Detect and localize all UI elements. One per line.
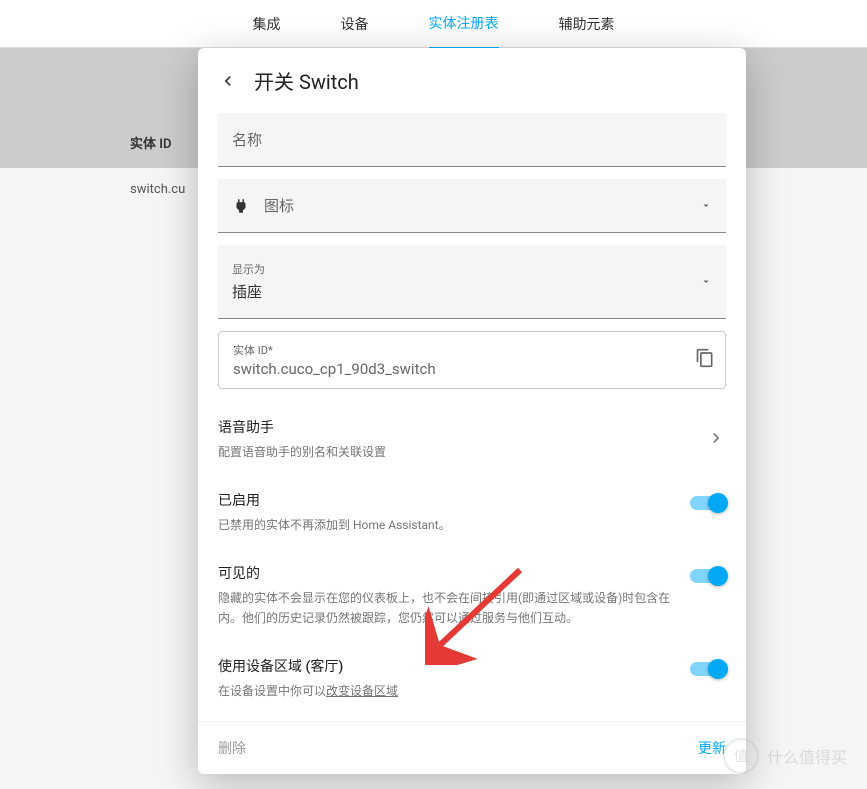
plug-icon	[232, 197, 250, 215]
delete-button[interactable]: 删除	[218, 738, 246, 758]
tab-helpers[interactable]: 辅助元素	[559, 0, 615, 48]
modal-footer: 删除 更新	[198, 721, 746, 774]
icon-label: 图标	[264, 195, 294, 216]
watermark-badge: 值	[723, 738, 759, 774]
tab-devices[interactable]: 设备	[341, 0, 369, 48]
icon-field[interactable]: 图标	[218, 179, 726, 233]
entity-id-label: 实体 ID*	[233, 342, 711, 358]
watermark: 值 什么值得买	[723, 738, 847, 774]
area-desc: 在设备设置中你可以改变设备区域	[218, 682, 676, 701]
area-desc-prefix: 在设备设置中你可以	[218, 684, 326, 698]
copy-icon[interactable]	[695, 348, 715, 372]
voice-desc: 配置语音助手的别名和关联设置	[218, 443, 726, 462]
display-as-label: 显示为	[232, 261, 712, 277]
update-button[interactable]: 更新	[698, 738, 726, 758]
area-title: 使用设备区域 (客厅)	[218, 656, 676, 676]
visible-title: 可见的	[218, 563, 676, 583]
tab-entity-registry[interactable]: 实体注册表	[429, 0, 499, 49]
visible-desc: 隐藏的实体不会显示在您的仪表板上，也不会在间接引用(即通过区域或设备)时包含在内…	[218, 589, 676, 627]
entity-id-field[interactable]: 实体 ID* switch.cuco_cp1_90d3_switch	[218, 331, 726, 389]
enabled-desc: 已禁用的实体不再添加到 Home Assistant。	[218, 516, 676, 535]
modal-header: 开关 Switch	[198, 48, 746, 113]
entity-settings-modal: 开关 Switch 名称 图标 显示为 插座 实体 ID* switch.cuc…	[198, 48, 746, 774]
chevron-right-icon	[706, 428, 726, 452]
area-row: 使用设备区域 (客厅) 在设备设置中你可以改变设备区域	[218, 648, 726, 709]
area-toggle[interactable]	[690, 662, 726, 676]
visible-row: 可见的 隐藏的实体不会显示在您的仪表板上，也不会在间接引用(即通过区域或设备)时…	[218, 555, 726, 635]
tab-integrations[interactable]: 集成	[253, 0, 281, 48]
name-field[interactable]: 名称	[218, 113, 726, 167]
voice-title: 语音助手	[218, 417, 726, 437]
display-as-value: 插座	[232, 281, 712, 302]
modal-title: 开关 Switch	[254, 66, 359, 95]
change-area-link[interactable]: 改变设备区域	[326, 684, 398, 698]
watermark-text: 什么值得买	[767, 744, 847, 768]
voice-assistant-row[interactable]: 语音助手 配置语音助手的别名和关联设置	[218, 409, 726, 470]
enabled-toggle[interactable]	[690, 496, 726, 510]
enabled-title: 已启用	[218, 490, 676, 510]
visible-toggle[interactable]	[690, 569, 726, 583]
name-placeholder: 名称	[232, 131, 262, 149]
back-icon[interactable]	[218, 71, 238, 91]
chevron-down-icon	[700, 272, 712, 291]
entity-id-value: switch.cuco_cp1_90d3_switch	[233, 360, 711, 378]
display-as-field[interactable]: 显示为 插座	[218, 245, 726, 319]
enabled-row: 已启用 已禁用的实体不再添加到 Home Assistant。	[218, 482, 726, 543]
chevron-down-icon	[700, 196, 712, 215]
